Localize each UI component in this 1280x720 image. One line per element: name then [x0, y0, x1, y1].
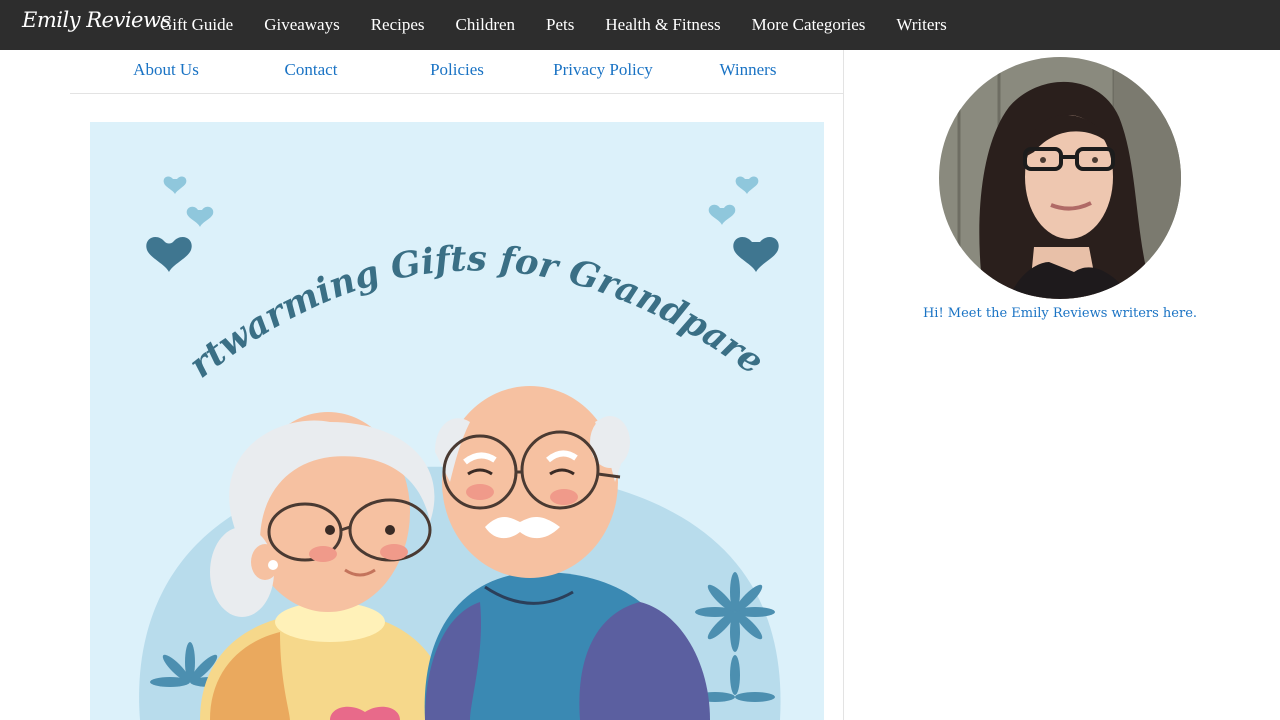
main-nav: Gift Guide Giveaways Recipes Children Pe…	[160, 0, 978, 50]
nav-health-fitness[interactable]: Health & Fitness	[605, 15, 720, 35]
subnav-contact[interactable]: Contact	[285, 60, 338, 80]
featured-image[interactable]: Heartwarming Gifts for Grandparents	[90, 122, 824, 720]
top-navigation-bar: Emily Reviews Gift Guide Giveaways Recip…	[0, 0, 1280, 50]
column-divider	[843, 50, 844, 720]
subnav-privacy-policy[interactable]: Privacy Policy	[553, 60, 653, 80]
nav-writers[interactable]: Writers	[896, 15, 946, 35]
subnav-about-us[interactable]: About Us	[133, 60, 199, 80]
nav-gift-guide[interactable]: Gift Guide	[160, 15, 233, 35]
subnav-winners[interactable]: Winners	[720, 60, 777, 80]
nav-children[interactable]: Children	[456, 15, 516, 35]
nav-more-categories[interactable]: More Categories	[752, 15, 866, 35]
meet-writers-link[interactable]: Hi! Meet the Emily Reviews writers here.	[860, 306, 1260, 321]
nav-giveaways[interactable]: Giveaways	[264, 15, 340, 35]
secondary-nav: About Us Contact Policies Privacy Policy…	[70, 50, 844, 94]
nav-pets[interactable]: Pets	[546, 15, 574, 35]
writer-avatar[interactable]	[939, 57, 1181, 299]
nav-recipes[interactable]: Recipes	[371, 15, 425, 35]
subnav-policies[interactable]: Policies	[430, 60, 484, 80]
site-logo[interactable]: Emily Reviews	[22, 8, 171, 32]
